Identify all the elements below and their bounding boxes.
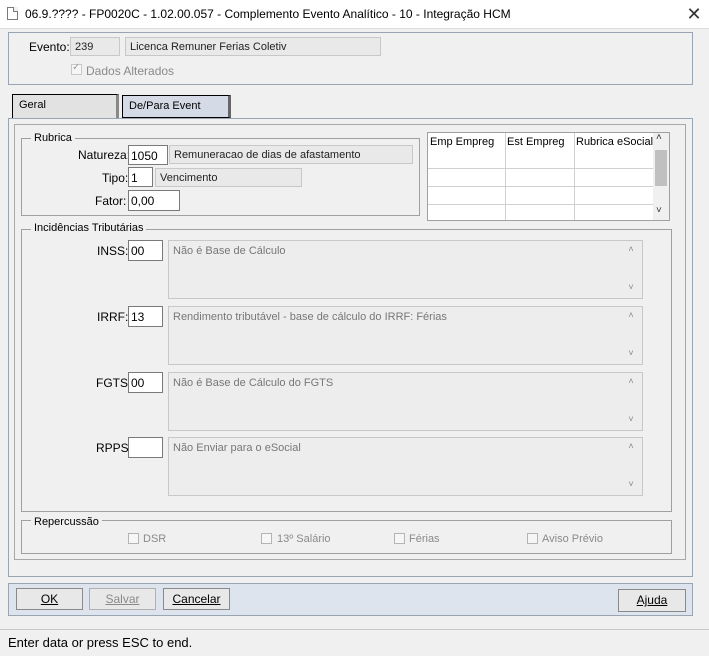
tipo-label: Tipo: xyxy=(102,171,129,185)
chevron-up-icon[interactable]: ˄ xyxy=(626,441,636,451)
ajuda-button[interactable]: Ajuda xyxy=(618,589,686,612)
app-icon xyxy=(7,7,18,20)
grid-divider xyxy=(505,133,506,220)
rpps-desc-text: Não Enviar para o eSocial xyxy=(173,442,301,454)
fgts-input[interactable]: 00 xyxy=(128,372,163,393)
aviso-previo-checkbox[interactable] xyxy=(527,533,538,544)
irrf-label: IRRF: xyxy=(97,310,129,324)
window-title: 06.9.???? - FP0020C - 1.02.00.057 - Comp… xyxy=(25,7,511,21)
salvar-button-label: Salvar xyxy=(105,592,140,606)
fgts-desc: Não é Base de Cálculo do FGTS xyxy=(168,372,643,431)
inss-desc-text: Não é Base de Cálculo xyxy=(173,245,286,257)
salvar-button[interactable]: Salvar xyxy=(89,588,156,610)
fgts-desc-text: Não é Base de Cálculo do FGTS xyxy=(173,377,334,389)
grid-header-rubrica[interactable]: Rubrica eSocial xyxy=(576,136,653,148)
chevron-down-icon[interactable]: ˅ xyxy=(626,479,636,489)
evento-desc-field: Licenca Remuner Ferias Coletiv xyxy=(125,37,381,56)
chevron-up-icon[interactable]: ˄ xyxy=(626,310,636,320)
incidencias-title: Incidências Tributárias xyxy=(31,222,147,234)
rpps-desc: Não Enviar para o eSocial xyxy=(168,437,643,496)
rubrica-title: Rubrica xyxy=(31,132,75,144)
tab-geral-label: Geral xyxy=(19,99,46,111)
ajuda-button-label: Ajuda xyxy=(636,593,668,607)
close-icon[interactable]: ✕ xyxy=(684,4,704,24)
natureza-desc: Remuneracao de dias de afastamento xyxy=(169,145,413,164)
grid-scrollbar[interactable]: ˄ ˅ xyxy=(653,132,669,220)
grid-row-line xyxy=(428,186,653,187)
chevron-down-icon[interactable]: ˅ xyxy=(626,414,636,424)
chevron-up-icon[interactable]: ˄ xyxy=(626,244,636,254)
fator-label: Fator: xyxy=(95,194,127,208)
chevron-down-icon[interactable]: ˅ xyxy=(626,348,636,358)
grid-row-line xyxy=(428,204,653,205)
inss-input[interactable]: 00 xyxy=(128,240,163,261)
tipo-desc: Vencimento xyxy=(155,168,302,187)
ferias-checkbox[interactable] xyxy=(394,533,405,544)
rpps-label: RPPS: xyxy=(96,441,133,455)
title-bar: 06.9.???? - FP0020C - 1.02.00.057 - Comp… xyxy=(0,0,709,29)
ok-button[interactable]: OK xyxy=(16,588,83,610)
evento-code-field[interactable]: 239 xyxy=(70,37,120,56)
tab-de-para-event[interactable]: De/Para Event xyxy=(122,95,231,118)
grid-divider xyxy=(574,133,575,220)
scrollbar-thumb[interactable] xyxy=(655,150,667,186)
cancelar-button[interactable]: Cancelar xyxy=(163,588,230,610)
cancelar-button-label: Cancelar xyxy=(172,592,221,606)
tipo-input[interactable]: 1 xyxy=(128,167,153,187)
irrf-desc-text: Rendimento tributável - base de cálculo … xyxy=(173,311,447,323)
grid-row-line xyxy=(428,168,653,169)
decimo-terceiro-label: 13º Salário xyxy=(277,533,331,545)
fator-input[interactable]: 0,00 xyxy=(128,190,180,211)
chevron-down-icon[interactable]: ˅ xyxy=(656,205,662,216)
grid-header-est[interactable]: Est Empreg xyxy=(507,136,564,148)
repercussao-title: Repercussão xyxy=(31,516,102,528)
chevron-down-icon[interactable]: ˅ xyxy=(626,282,636,292)
chevron-up-icon[interactable]: ˄ xyxy=(626,376,636,386)
check-icon: ✓ xyxy=(72,62,81,73)
inss-label: INSS: xyxy=(97,244,129,258)
evento-label: Evento: xyxy=(29,40,70,54)
tab-geral[interactable]: Geral xyxy=(12,94,119,119)
ok-button-label: OK xyxy=(40,592,59,606)
dados-alterados-label: Dados Alterados xyxy=(86,64,175,78)
aviso-previo-label: Aviso Prévio xyxy=(542,533,603,545)
tab-de-para-label: De/Para Event xyxy=(129,100,201,112)
dsr-checkbox[interactable] xyxy=(128,533,139,544)
irrf-desc: Rendimento tributável - base de cálculo … xyxy=(168,306,643,365)
dados-alterados-checkbox[interactable]: ✓ xyxy=(71,62,82,75)
irrf-input[interactable]: 13 xyxy=(128,306,163,327)
ferias-label: Férias xyxy=(409,533,440,545)
status-text: Enter data or press ESC to end. xyxy=(8,635,193,650)
fgts-label: FGTS: xyxy=(96,376,132,390)
inss-desc: Não é Base de Cálculo xyxy=(168,240,643,299)
decimo-terceiro-checkbox[interactable] xyxy=(261,533,272,544)
natureza-label: Natureza: xyxy=(78,148,131,162)
rpps-input[interactable] xyxy=(128,437,163,458)
natureza-input[interactable]: 1050 xyxy=(128,145,168,165)
status-bar: Enter data or press ESC to end. xyxy=(0,629,709,656)
dsr-label: DSR xyxy=(143,533,167,545)
grid-header-emp[interactable]: Emp Empreg xyxy=(430,136,494,148)
chevron-up-icon[interactable]: ˄ xyxy=(656,132,662,143)
